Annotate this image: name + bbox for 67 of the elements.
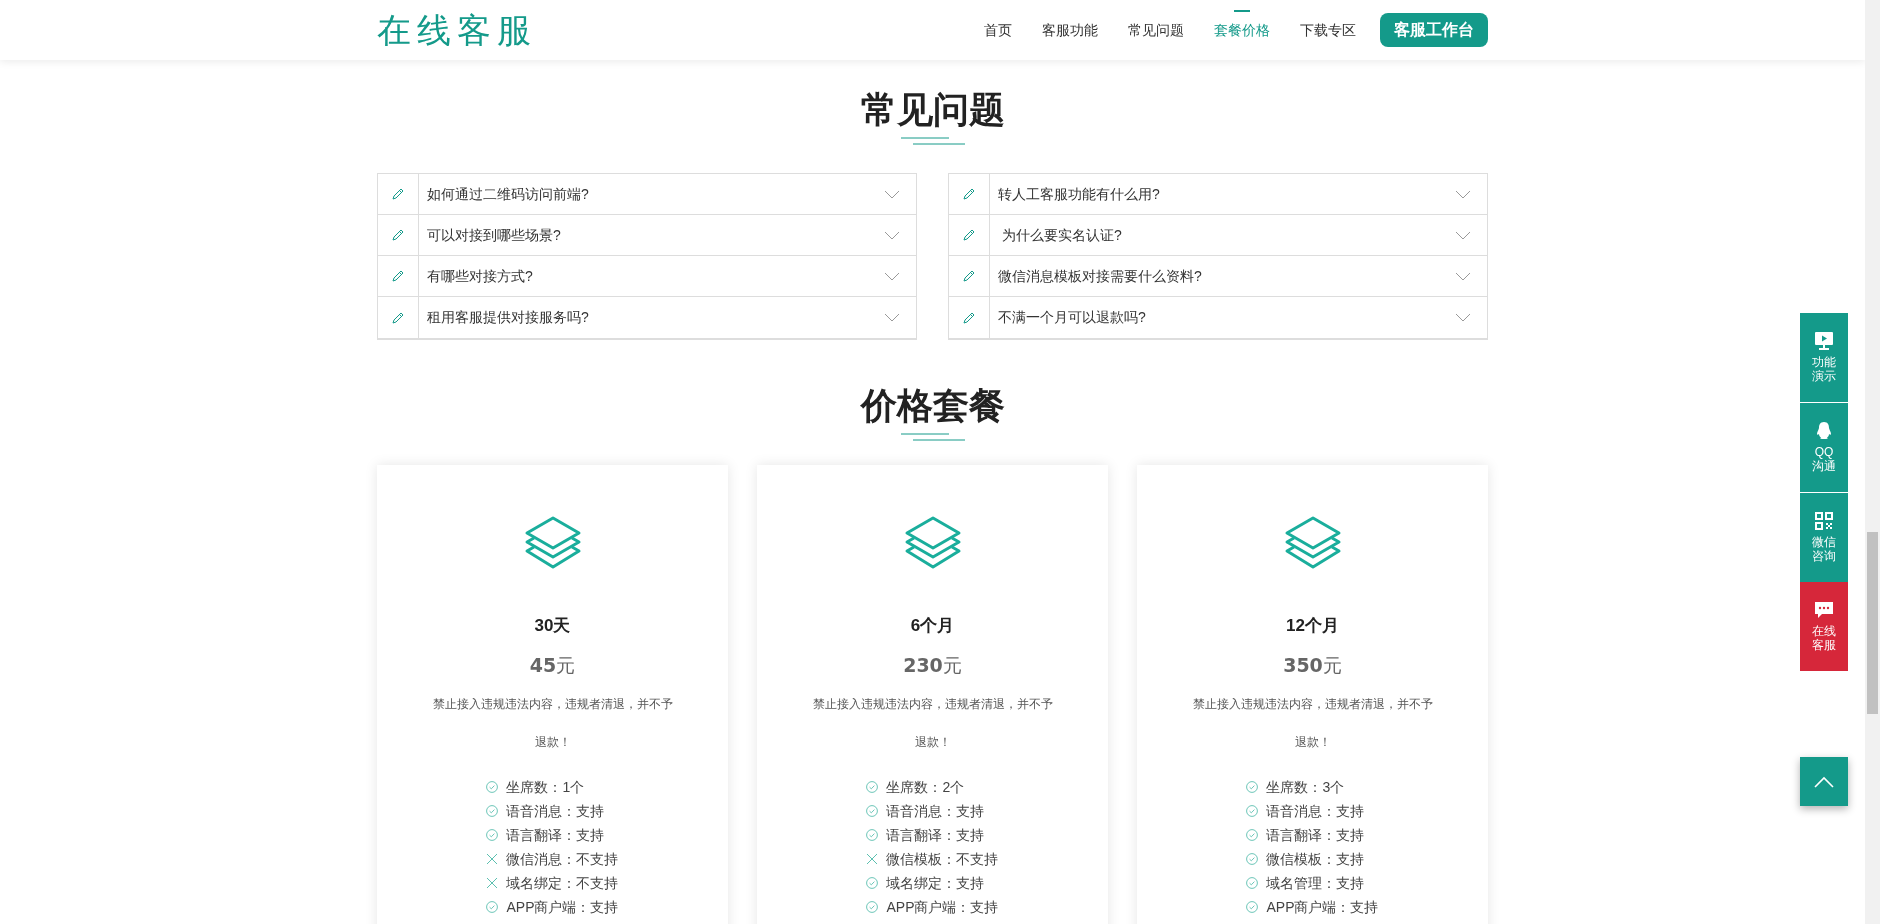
feature-text: APP商户端：支持 xyxy=(1266,898,1379,918)
penguin-icon xyxy=(1814,421,1834,441)
nav-link[interactable]: 常见问题 xyxy=(1128,1,1184,59)
feature-text: 语音消息：支持 xyxy=(506,802,605,822)
chevron-down-icon[interactable] xyxy=(884,189,900,199)
faq-question[interactable]: 不满一个月可以退款吗? xyxy=(990,307,1455,329)
feature-text: 语音消息：支持 xyxy=(1266,802,1365,822)
pencil-icon xyxy=(961,227,977,244)
plan-note: 禁止接入违规违法内容，违规者清退，并不予退款！ xyxy=(1191,696,1434,752)
pencil-icon xyxy=(961,186,977,203)
faq-question[interactable]: 如何通过二维码访问前端? xyxy=(419,183,884,205)
chevron-up-icon xyxy=(1814,775,1834,788)
pencil-icon xyxy=(390,268,406,285)
pencil-icon xyxy=(961,268,977,285)
chevron-down-icon[interactable] xyxy=(884,271,900,281)
faq-question[interactable]: 微信消息模板对接需要什么资料? xyxy=(990,265,1455,287)
feature-text: 微信消息：不支持 xyxy=(506,850,619,870)
plan-name: 12个月 xyxy=(1285,615,1340,638)
video-icon xyxy=(1814,331,1834,351)
section-title: 价格套餐 xyxy=(859,384,1006,428)
feature-text: APP商户端：支持 xyxy=(886,898,999,918)
chevron-down-icon[interactable] xyxy=(1455,313,1471,323)
feature-text: 微信模板：不支持 xyxy=(886,850,999,870)
plan-name: 6个月 xyxy=(909,615,956,638)
pencil-icon xyxy=(390,227,406,244)
qr-code-icon xyxy=(1814,511,1834,531)
chevron-down-icon[interactable] xyxy=(1455,189,1471,199)
pencil-icon xyxy=(390,186,406,203)
faq-question[interactable]: 可以对接到哪些场景? xyxy=(419,224,884,246)
plan-price: 230元 xyxy=(902,652,963,678)
back-to-top-button[interactable] xyxy=(1800,757,1848,806)
faq-question[interactable]: 为什么要实名认证? xyxy=(990,224,1455,246)
nav-link[interactable]: 套餐价格 xyxy=(1214,1,1270,59)
plan-price: 45元 xyxy=(528,652,577,678)
feature-text: 语言翻译：支持 xyxy=(1266,826,1365,846)
title-underline xyxy=(900,433,965,442)
feature-text: 域名绑定：支持 xyxy=(886,874,985,894)
title-underline xyxy=(900,137,965,146)
chevron-down-icon[interactable] xyxy=(884,313,900,323)
feature-text: APP商户端：支持 xyxy=(506,898,619,918)
scrollbar[interactable] xyxy=(1865,0,1880,924)
feature-text: 语言翻译：支持 xyxy=(506,826,605,846)
nav-link[interactable]: 客服功能 xyxy=(1042,1,1098,59)
plan-note: 禁止接入违规违法内容，违规者清退，并不予退款！ xyxy=(431,696,674,752)
section-title: 常见问题 xyxy=(859,88,1006,132)
scrollbar-thumb[interactable] xyxy=(1867,532,1878,714)
nav-link[interactable]: 首页 xyxy=(984,1,1012,59)
nav-link[interactable]: 下载专区 xyxy=(1300,1,1356,59)
plan-name: 30天 xyxy=(533,615,572,638)
feature-text: 语音消息：支持 xyxy=(886,802,985,822)
feature-text: 坐席数：3个 xyxy=(1266,778,1345,798)
faq-question[interactable]: 转人工客服功能有什么用? xyxy=(990,183,1455,205)
plan-price: 350元 xyxy=(1282,652,1343,678)
side-toolbar-item[interactable]: 在线 客服 xyxy=(1800,582,1848,671)
chevron-down-icon[interactable] xyxy=(1455,271,1471,281)
feature-text: 域名管理：支持 xyxy=(1266,874,1365,894)
faq-question[interactable]: 有哪些对接方式? xyxy=(419,265,884,287)
chevron-down-icon[interactable] xyxy=(884,230,900,240)
feature-text: 坐席数：2个 xyxy=(886,778,965,798)
feature-text: 语言翻译：支持 xyxy=(886,826,985,846)
faq-question[interactable]: 租用客服提供对接服务吗? xyxy=(419,307,884,329)
plan-note: 禁止接入违规违法内容，违规者清退，并不予退款！ xyxy=(811,696,1054,752)
chevron-down-icon[interactable] xyxy=(1455,230,1471,240)
feature-text: 微信模板：支持 xyxy=(1266,850,1365,870)
feature-text: 坐席数：1个 xyxy=(506,778,585,798)
feature-text: 域名绑定：不支持 xyxy=(506,874,619,894)
chat-bubble-icon xyxy=(1814,600,1834,620)
